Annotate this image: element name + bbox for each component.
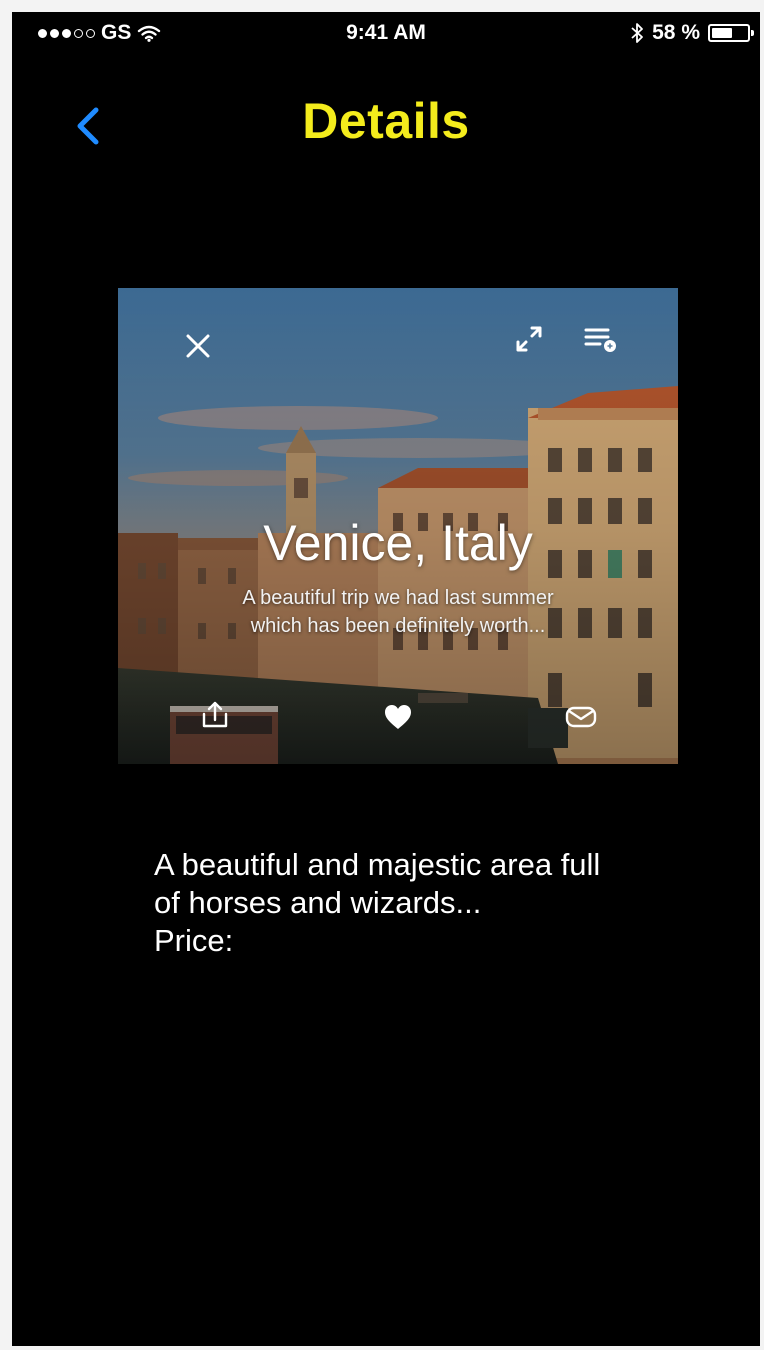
- playlist-icon: [584, 328, 616, 352]
- battery-icon: [708, 24, 754, 42]
- heart-icon: [385, 705, 411, 729]
- mail-icon: [565, 706, 597, 728]
- card-subtitle: A beautiful trip we had last summer whic…: [178, 584, 618, 640]
- close-icon: [186, 334, 210, 358]
- app-screen: GS 9:41 AM 58 % Details Venice, Italy A …: [12, 12, 760, 1346]
- description-line-2: of horses and wizards...: [154, 885, 482, 920]
- destination-description: A beautiful and majestic area full of ho…: [154, 846, 714, 960]
- battery-percentage: 58 %: [652, 21, 700, 44]
- playlist-button[interactable]: [582, 322, 620, 356]
- status-right: 58 %: [630, 21, 754, 45]
- expand-icon: [516, 326, 542, 352]
- mail-button[interactable]: [564, 702, 598, 732]
- bluetooth-icon: [631, 23, 644, 43]
- share-button[interactable]: [198, 698, 232, 732]
- page-title: Details: [302, 93, 470, 149]
- like-button[interactable]: [382, 702, 414, 732]
- description-line-1: A beautiful and majestic area full: [154, 847, 601, 882]
- destination-card[interactable]: Venice, Italy A beautiful trip we had la…: [118, 288, 678, 764]
- card-subtitle-line-2: which has been definitely worth...: [250, 615, 546, 637]
- expand-button[interactable]: [512, 322, 546, 356]
- share-icon: [202, 701, 228, 728]
- card-title: Venice, Italy: [263, 515, 533, 571]
- status-bar: GS 9:41 AM 58 %: [12, 12, 760, 54]
- card-subtitle-line-1: A beautiful trip we had last summer: [242, 587, 554, 609]
- price-label: Price:: [154, 923, 234, 958]
- close-button[interactable]: [182, 330, 214, 362]
